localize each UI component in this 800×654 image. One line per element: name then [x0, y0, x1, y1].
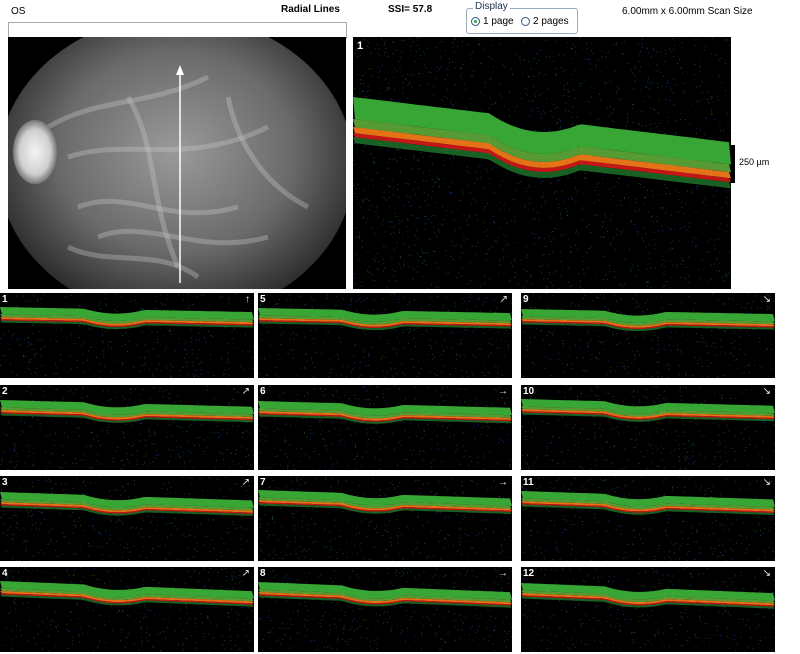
tile-8[interactable]: 8 → [258, 567, 512, 652]
tile-number: 11 [523, 477, 534, 488]
main-bscan: 1 [353, 37, 731, 289]
radio-2-pages-label: 2 pages [533, 16, 569, 27]
tile-number: 7 [260, 477, 266, 488]
tile-5[interactable]: 5 ↗ [258, 293, 512, 378]
tile-10[interactable]: 10 ↘ [521, 385, 775, 470]
tile-7[interactable]: 7 → [258, 476, 512, 561]
tile-number: 5 [260, 294, 266, 305]
tile-9[interactable]: 9 ↘ [521, 293, 775, 378]
direction-arrow-icon: ↘ [762, 568, 771, 579]
radio-selected-icon [471, 17, 480, 26]
radio-1-page-label: 1 page [483, 16, 514, 27]
direction-arrow-icon: ↗ [499, 294, 508, 305]
tile-3[interactable]: 3 ↗ [0, 476, 254, 561]
direction-arrow-icon: ↗ [241, 386, 250, 397]
direction-arrow-icon: ↘ [762, 386, 771, 397]
direction-arrow-icon: → [498, 477, 508, 488]
radio-1-page[interactable]: 1 page [471, 16, 514, 27]
tile-number: 12 [523, 568, 535, 579]
tile-number: 2 [2, 386, 8, 397]
radio-unselected-icon [521, 17, 530, 26]
tile-number: 8 [260, 568, 266, 579]
direction-arrow-icon: ↑ [245, 294, 250, 305]
main-scan-number: 1 [357, 40, 364, 52]
fundus-image [8, 37, 346, 289]
scan-type-title: Radial Lines [281, 4, 340, 15]
tile-number: 10 [523, 386, 535, 397]
main-bscan-graphic [353, 37, 731, 289]
tile-number: 4 [2, 568, 8, 579]
direction-arrow-icon: ↘ [762, 477, 771, 488]
fundus-graphic [8, 37, 346, 289]
optic-disc [13, 120, 57, 184]
direction-arrow-icon: ↘ [762, 294, 771, 305]
tile-number: 9 [523, 294, 529, 305]
tile-number: 6 [260, 386, 266, 397]
display-group: Display 1 page 2 pages [466, 1, 578, 34]
scale-bar [731, 145, 735, 183]
tile-4[interactable]: 4 ↗ [0, 567, 254, 652]
direction-arrow-icon: ↗ [241, 568, 250, 579]
eye-label: OS [11, 6, 26, 17]
direction-arrow-icon: ↗ [241, 477, 250, 488]
tile-11[interactable]: 11 ↘ [521, 476, 775, 561]
tile-2[interactable]: 2 ↗ [0, 385, 254, 470]
display-legend: Display [473, 1, 510, 12]
direction-arrow-icon: → [498, 568, 508, 579]
ssi-value: SSI= 57.8 [388, 4, 433, 15]
radio-2-pages[interactable]: 2 pages [521, 16, 569, 27]
tile-number: 1 [2, 294, 8, 305]
tile-number: 3 [2, 477, 8, 488]
scan-size-label: 6.00mm x 6.00mm Scan Size [622, 6, 753, 17]
tile-6[interactable]: 6 → [258, 385, 512, 470]
direction-arrow-icon: → [498, 386, 508, 397]
tile-12[interactable]: 12 ↘ [521, 567, 775, 652]
tile-1[interactable]: 1 ↑ [0, 293, 254, 378]
scale-label: 250 µm [739, 157, 770, 167]
